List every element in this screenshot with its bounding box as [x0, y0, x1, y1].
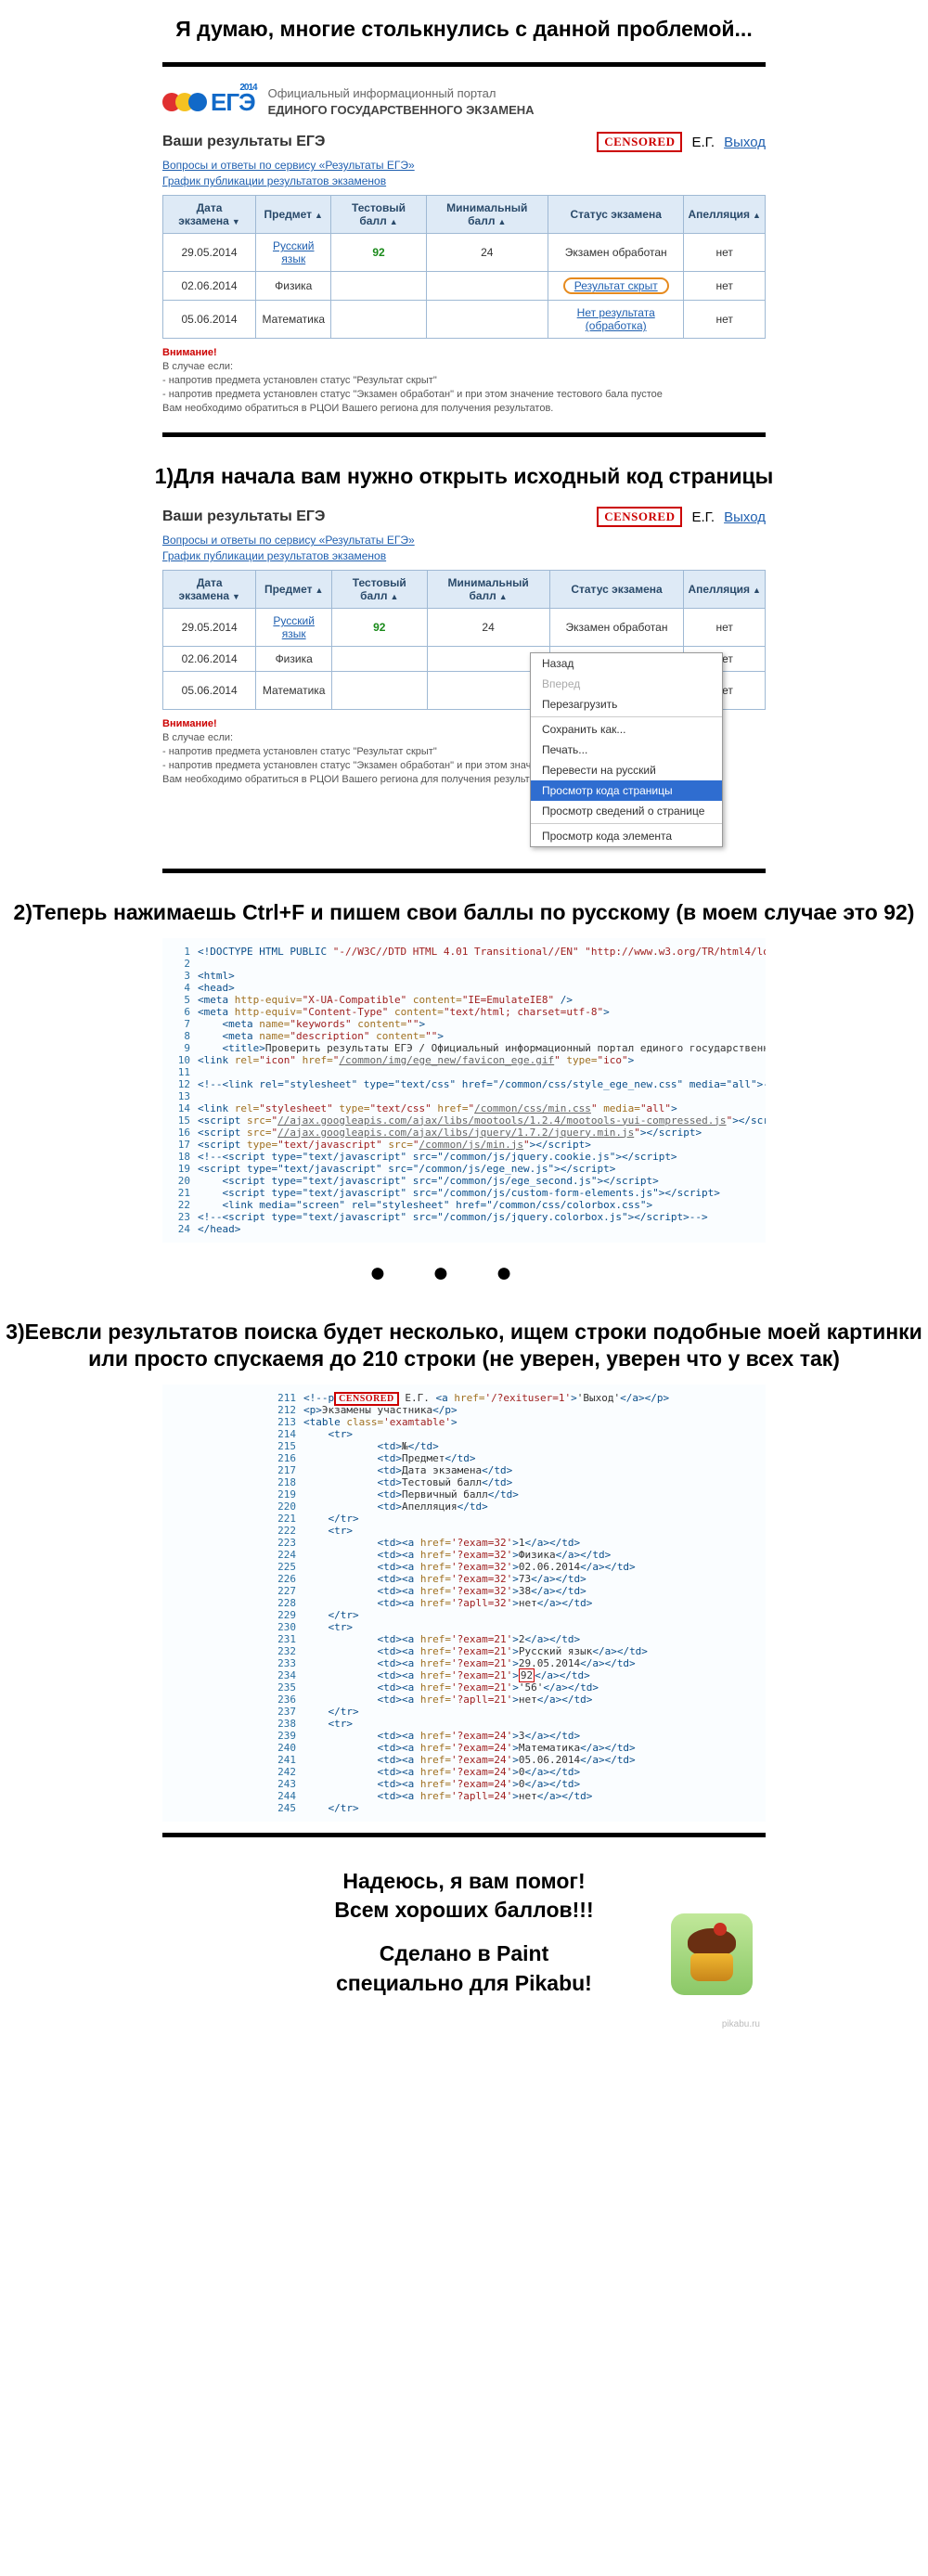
logo-text: ЕГЭ2014 [211, 88, 255, 117]
portal-line2: ЕДИНОГО ГОСУДАРСТВЕННОГО ЭКЗАМЕНА [268, 102, 535, 119]
ctx-translate[interactable]: Перевести на русский [531, 760, 722, 780]
results-heading: Ваши результаты ЕГЭ [162, 509, 325, 525]
results-tbody-1: 29.05.2014Русский язык9224Экзамен обрабо… [163, 234, 766, 339]
results-table: Дата экзамена Предмет Тестовый балл Мини… [162, 195, 766, 339]
ctx-inspect[interactable]: Просмотр кода элемента [531, 826, 722, 846]
table-row: 29.05.2014Русский язык9224Экзамен обрабо… [163, 609, 766, 647]
table-header-row: Дата экзамена Предмет Тестовый балл Мини… [163, 196, 766, 234]
logo-year: 2014 [239, 83, 256, 93]
ctx-viewsource[interactable]: Просмотр кода страницы [531, 780, 722, 801]
step1-title: 1)Для начала вам нужно открыть исходный … [0, 448, 928, 502]
footer: Надеюсь, я вам помог! Всем хороших балло… [162, 1848, 766, 2034]
schedule-link[interactable]: График публикации результатов экзаменов [162, 549, 766, 562]
ege-logo: ЕГЭ2014 [162, 88, 255, 117]
source-code-2: 211<!--рCENSORED Е.Г. <a href='/?exituse… [162, 1385, 766, 1822]
ellipsis-dots: ●●● [162, 1243, 766, 1304]
step3-title: 3)Еевсли результатов поиска будет нескол… [0, 1304, 928, 1385]
watermark: pikabu.ru [722, 2019, 760, 2029]
logout-link[interactable]: Выход [724, 135, 766, 150]
userbar: CENSORED Е.Г. Выход [597, 132, 766, 152]
user-initials: Е.Г. [691, 135, 715, 150]
logout-link[interactable]: Выход [724, 509, 766, 525]
divider [162, 869, 766, 873]
portal-line1: Официальный информационный портал [268, 85, 535, 102]
portal-subtitle: Официальный информационный портал ЕДИНОГ… [268, 85, 535, 119]
main-title: Я думаю, многие столькнулись с данной пр… [0, 0, 928, 51]
divider [162, 62, 766, 67]
censored-badge: CENSORED [597, 132, 682, 152]
ctx-pageinfo[interactable]: Просмотр сведений о странице [531, 801, 722, 821]
context-menu[interactable]: Назад Вперед Перезагрузить Сохранить как… [530, 652, 723, 847]
step2-title: 2)Теперь нажимаешь Ctrl+F и пишем свои б… [0, 884, 928, 938]
divider [162, 1833, 766, 1837]
table-row: 02.06.2014ФизикаРезультат скрытнет [163, 272, 766, 301]
qa-link[interactable]: Вопросы и ответы по сервису «Результаты … [162, 534, 766, 547]
censored-badge: CENSORED [597, 507, 682, 527]
logo-dot-blue [188, 93, 207, 111]
ctx-back[interactable]: Назад [531, 653, 722, 674]
divider [162, 432, 766, 437]
ctx-forward: Вперед [531, 674, 722, 694]
portal-header: ЕГЭ2014 Официальный информационный порта… [162, 78, 766, 126]
ctx-saveas[interactable]: Сохранить как... [531, 719, 722, 740]
table-row: 05.06.2014МатематикаНет результата (обра… [163, 301, 766, 339]
results-heading: Ваши результаты ЕГЭ [162, 134, 325, 150]
warning-block: Внимание! В случае если: - напротив пред… [162, 339, 766, 420]
cupcake-icon [671, 1913, 753, 1995]
source-code-1: 1<!DOCTYPE HTML PUBLIC "-//W3C//DTD HTML… [162, 938, 766, 1243]
schedule-link[interactable]: График публикации результатов экзаменов [162, 174, 766, 187]
ctx-reload[interactable]: Перезагрузить [531, 694, 722, 715]
ctx-print[interactable]: Печать... [531, 740, 722, 760]
table-row: 29.05.2014Русский язык9224Экзамен обрабо… [163, 234, 766, 272]
qa-link[interactable]: Вопросы и ответы по сервису «Результаты … [162, 159, 766, 172]
